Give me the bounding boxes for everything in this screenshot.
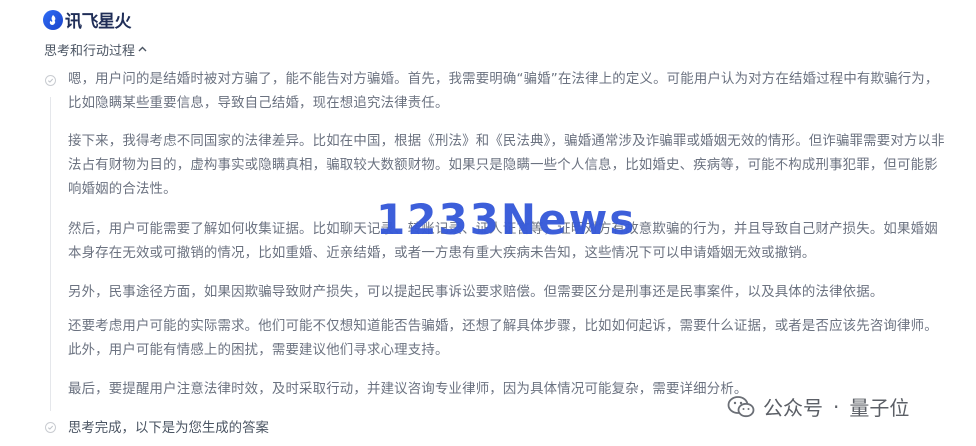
- thinking-complete-status: 思考完成，以下是为您生成的答案: [68, 421, 269, 436]
- wechat-label: 公众号: [763, 396, 823, 420]
- thinking-header-label: 思考和行动过程: [44, 44, 136, 59]
- brand-name: 讯飞星火: [65, 12, 132, 32]
- step-check-icon: [45, 422, 56, 433]
- spark-icon: [43, 9, 63, 30]
- wechat-separator: ·: [833, 394, 840, 419]
- wechat-icon: [727, 395, 755, 417]
- thinking-toggle[interactable]: 思考和行动过程: [44, 40, 147, 59]
- step-check-icon: [45, 75, 56, 86]
- chevron-up-icon: [138, 42, 147, 55]
- thinking-paragraph: 然后，用户可能需要了解如何收集证据。比如聊天记录、转账记录、证人证言等，证明对方…: [68, 222, 938, 261]
- wechat-account-name: 量子位: [849, 396, 910, 420]
- thinking-paragraph: 另外，民事途径方面，如果因欺骗导致财产损失，可以提起民事诉讼要求赔偿。但需要区分…: [68, 285, 884, 300]
- thinking-paragraph: 接下来，我得考虑不同国家的法律差异。比如在中国，根据《刑法》和《民法典》，骗婚通…: [68, 134, 945, 197]
- brand-logo[interactable]: 讯飞星火: [43, 7, 132, 32]
- thinking-paragraph: 还要考虑用户可能的实际需求。他们可能不仅想知道能否告骗婚，还想了解具体步骤，比如…: [68, 319, 938, 358]
- thinking-paragraph: 嗯，用户问的是结婚时被对方骗了，能不能告对方骗婚。首先，我需要明确“骗婚”在法律…: [68, 72, 939, 111]
- wechat-account-badge: 公众号 · 量子位: [727, 392, 909, 421]
- thinking-timeline-line: [50, 97, 51, 411]
